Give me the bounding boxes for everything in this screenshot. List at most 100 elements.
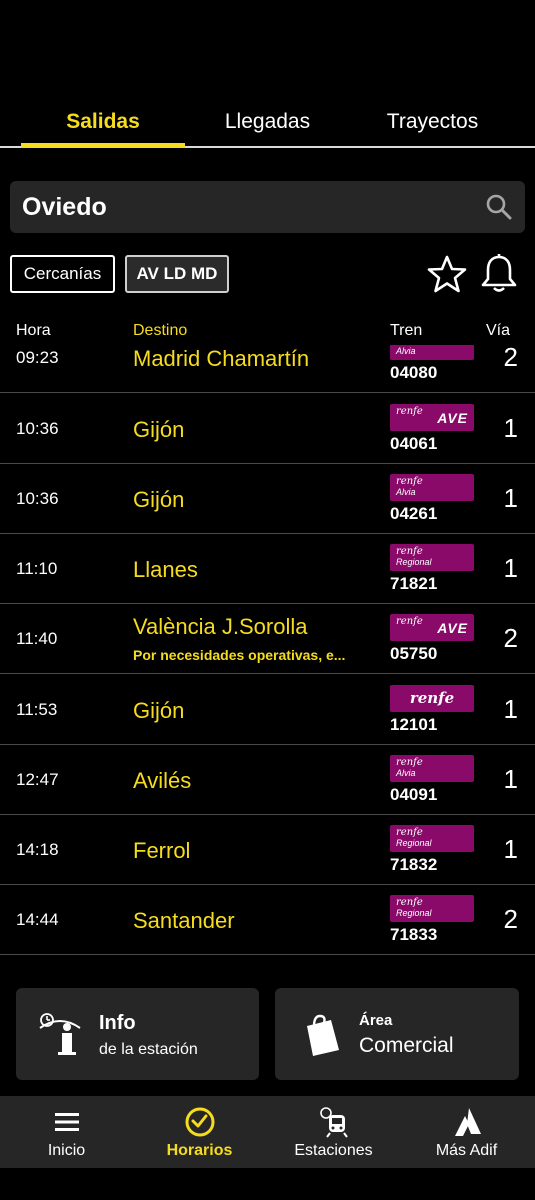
adif-logo-icon — [454, 1108, 481, 1136]
track-number: 2 — [503, 345, 518, 372]
destination: València J.Sorolla — [133, 614, 308, 639]
departure-time: 10:36 — [16, 489, 59, 508]
star-icon[interactable] — [426, 254, 468, 294]
filter-av-ld-md[interactable]: AV LD MD — [125, 255, 229, 293]
destination: Gijón — [133, 487, 185, 512]
area-card-subtitle: Comercial — [359, 1034, 454, 1057]
tab-salidas[interactable]: Salidas — [21, 96, 185, 148]
column-via: Vía — [486, 322, 511, 339]
column-destino: Destino — [133, 322, 188, 339]
departure-row[interactable]: 09:23 Madrid Chamartín renfeAlvia 04080 2 — [0, 345, 535, 393]
filter-cercanias[interactable]: Cercanías — [10, 255, 115, 293]
departure-row[interactable]: 11:40 València J.Sorolla Por necesidades o… — [0, 604, 535, 674]
clock-icon — [185, 1107, 214, 1137]
service-label: Alvia — [396, 768, 416, 778]
track-number: 1 — [503, 694, 518, 724]
departures-list[interactable]: 09:23Madrid ChamartínrenfeAlvia04080210:… — [0, 345, 535, 967]
tab-bar: Salidas Llegadas Trayectos — [0, 96, 535, 148]
destination: Avilés — [133, 768, 192, 793]
renfe-logo: renfe — [409, 689, 455, 707]
departure-row[interactable]: 14:18 Ferrol renfe Regional 71832 1 — [0, 815, 535, 885]
service-label: Regional — [396, 557, 432, 567]
nav-estaciones[interactable]: Estaciones — [267, 1096, 400, 1168]
train-number: 04061 — [390, 434, 438, 453]
departure-time: 11:10 — [16, 559, 58, 578]
service-notice: Por necesidades operativas, e... — [133, 647, 346, 663]
train-number: 05750 — [390, 644, 438, 663]
track-number: 2 — [503, 623, 518, 653]
departure-time: 10:36 — [16, 419, 59, 438]
nav-label-estaciones: Estaciones — [294, 1142, 373, 1159]
info-card-title: Info — [99, 1012, 136, 1034]
destination: Ferrol — [133, 838, 191, 863]
departure-time: 14:18 — [16, 840, 59, 859]
track-number: 1 — [503, 764, 518, 794]
train-number: 04261 — [390, 504, 438, 523]
service-label: AVE — [437, 410, 468, 426]
departure-row[interactable]: 10:36 Gijón renfe AVE 04061 1 — [0, 394, 535, 464]
train-number: 71821 — [390, 574, 438, 593]
area-card-title: Área — [359, 1012, 393, 1029]
nav-horarios[interactable]: Horarios — [133, 1096, 266, 1168]
departure-time: 09:23 — [16, 348, 59, 367]
renfe-logo: renfe — [396, 897, 423, 908]
tab-llegadas[interactable]: Llegadas — [185, 96, 350, 148]
service-label: Regional — [396, 838, 432, 848]
train-number: 04080 — [390, 363, 438, 382]
departure-time: 11:53 — [16, 700, 58, 719]
active-tab-indicator — [21, 143, 185, 148]
column-hora: Hora — [16, 322, 51, 339]
renfe-logo: renfe — [396, 546, 423, 557]
operator-badge: renfe Regional — [390, 895, 474, 922]
operator-badge: renfeAlvia — [390, 345, 474, 360]
info-station-icon — [39, 1013, 81, 1055]
station-train-icon — [319, 1107, 348, 1138]
departure-row[interactable]: 14:44 Santander renfe Regional 71833 2 — [0, 885, 535, 955]
destination: Santander — [133, 908, 235, 933]
service-label: Regional — [396, 908, 432, 918]
operator-badge: renfe AVE — [390, 614, 474, 641]
nav-label-mas-adif: Más Adif — [435, 1142, 498, 1159]
menu-icon — [54, 1113, 79, 1131]
operator-badge: renfe Regional — [390, 544, 474, 571]
operator-badge: renfeAlvia — [390, 755, 474, 782]
tab-trayectos[interactable]: Trayectos — [350, 96, 515, 148]
train-number: 12101 — [390, 715, 438, 734]
nav-mas-adif[interactable]: Más Adif — [400, 1096, 533, 1168]
track-number: 1 — [503, 834, 518, 864]
operator-badge: renfe Regional — [390, 825, 474, 852]
service-label: AVE — [437, 620, 468, 636]
track-number: 1 — [503, 553, 518, 583]
renfe-logo: renfe — [396, 476, 423, 487]
departure-row[interactable]: 10:36 Gijón renfe Alvia 04261 1 — [0, 464, 535, 534]
service-label: Alvia — [396, 346, 416, 356]
destination: Gijón — [133, 698, 185, 723]
info-station-card[interactable]: Info de la estación — [16, 988, 259, 1080]
bell-icon[interactable] — [478, 252, 520, 294]
nav-inicio[interactable]: Inicio — [0, 1096, 133, 1168]
service-label: Alvia — [396, 487, 416, 497]
departure-row[interactable]: 11:10 Llanes renfe Regional 71821 1 — [0, 534, 535, 604]
departure-time: 12:47 — [16, 770, 59, 789]
area-comercial-card[interactable]: Área Comercial — [275, 988, 519, 1080]
departure-time: 11:40 — [16, 629, 58, 648]
destination: Gijón — [133, 417, 185, 442]
renfe-logo: renfe — [396, 616, 423, 627]
renfe-logo: renfe — [396, 827, 423, 838]
departure-row[interactable]: 11:53 Gijón renfe 12101 1 — [0, 675, 535, 745]
renfe-logo: renfe — [396, 757, 423, 768]
search-value: Oviedo — [22, 193, 107, 221]
search-icon[interactable] — [485, 193, 513, 221]
train-number: 71833 — [390, 925, 438, 944]
track-number: 1 — [503, 483, 518, 513]
track-number: 1 — [503, 413, 518, 443]
train-number: 04091 — [390, 785, 438, 804]
destination: Llanes — [133, 557, 198, 582]
info-card-subtitle: de la estación — [99, 1041, 198, 1058]
track-number: 2 — [503, 904, 518, 934]
station-search-field[interactable]: Oviedo — [10, 181, 525, 233]
operator-badge: renfe — [390, 685, 474, 712]
nav-label-inicio: Inicio — [47, 1142, 86, 1159]
departure-row[interactable]: 12:47 Avilés renfe Alvia 04091 1 — [0, 745, 535, 815]
nav-label-horarios: Horarios — [166, 1142, 233, 1159]
